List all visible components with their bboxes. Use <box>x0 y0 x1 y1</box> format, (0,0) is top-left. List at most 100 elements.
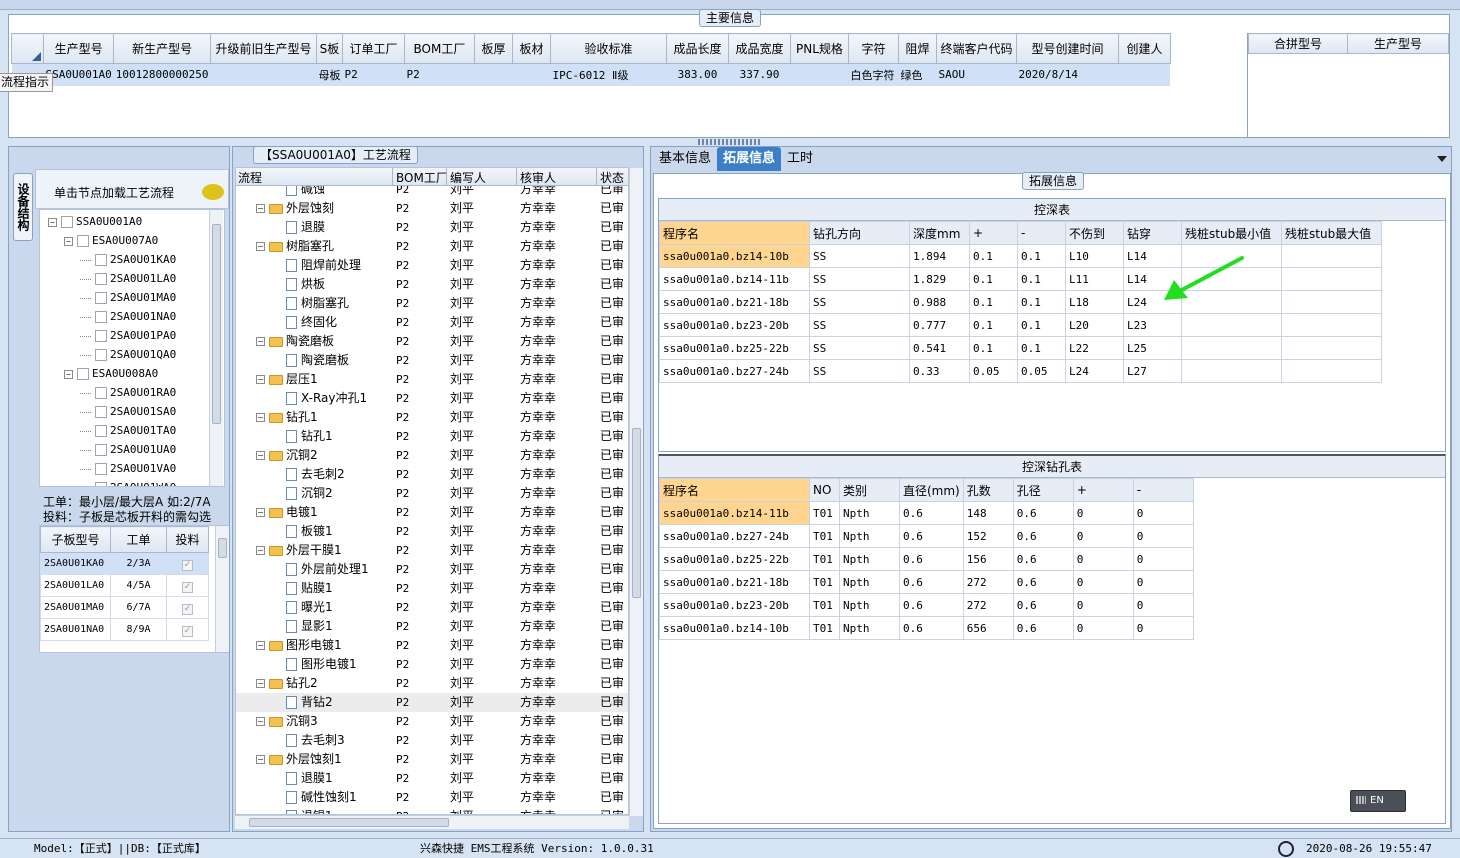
side-col-model[interactable]: 生产型号 <box>1347 33 1449 54</box>
flow-row[interactable]: 去毛刺3 P2 刘平 方幸幸 已审 <box>236 731 628 750</box>
grid-cell[interactable]: 1.894 <box>909 244 970 268</box>
checkmark-icon[interactable]: ✓ <box>182 604 193 615</box>
main-cell-12[interactable]: 白色字符 <box>848 63 899 86</box>
flow-row[interactable]: X-Ray冲孔1 P2 刘平 方幸幸 已审 <box>236 389 628 408</box>
main-col-2[interactable]: 升级前旧生产型号 <box>209 33 317 64</box>
grid-cell[interactable]: 0 <box>1072 570 1134 594</box>
tree-node[interactable]: − ESA0U008A0 <box>64 364 158 383</box>
expand-toggle-icon[interactable]: − <box>256 242 265 251</box>
grid-cell[interactable] <box>1281 290 1382 314</box>
grid-cell[interactable]: 0.6 <box>1012 570 1074 594</box>
vertical-tab-equipment[interactable]: 设备结构 <box>13 173 33 241</box>
grid-cell[interactable]: T01 <box>809 616 840 640</box>
main-col-6[interactable]: 板厚 <box>473 33 513 64</box>
sub-order[interactable]: 4/5A <box>110 574 167 597</box>
main-cell-1[interactable]: 10012800000250 <box>113 63 211 86</box>
grid-cell[interactable]: 0 <box>1132 501 1194 525</box>
flow-row[interactable]: 退锡1P2刘平方幸幸已审 <box>236 807 628 814</box>
expand-toggle-icon[interactable]: − <box>256 546 265 555</box>
table-row[interactable]: ssa0u001a0.bz27-24b SS 0.33 0.05 0.05 L24 L27 <box>659 359 1382 383</box>
flow-row[interactable]: 树脂塞孔 P2 刘平 方幸幸 已审 <box>236 294 628 313</box>
sub-feed[interactable]: ✓ <box>166 618 209 641</box>
main-col-11[interactable]: PNL规格 <box>789 33 849 64</box>
main-cell-10[interactable]: 337.90 <box>728 63 791 86</box>
grid-cell[interactable]: ssa0u001a0.bz27-24b <box>659 359 810 383</box>
grid-cell[interactable]: 0.1 <box>1017 313 1066 337</box>
grid-cell[interactable]: SS <box>809 359 910 383</box>
expand-toggle-icon[interactable]: − <box>256 204 265 213</box>
table-row[interactable]: ssa0u001a0.bz14-10b SS 1.894 0.1 0.1 L10 L14 <box>659 244 1382 268</box>
flow-row[interactable]: 阻焊前处理 P2 刘平 方幸幸 已审 <box>236 256 628 275</box>
flow-row[interactable]: 板镀1 P2 刘平 方幸幸 已审 <box>236 522 628 541</box>
grid-cell[interactable] <box>1181 336 1282 360</box>
grid-cell[interactable]: 0.6 <box>899 570 964 594</box>
flow-row[interactable]: 退膜1 P2 刘平 方幸幸 已审 <box>236 769 628 788</box>
side-col-merge[interactable]: 合拼型号 <box>1247 33 1349 54</box>
grid-cell[interactable]: 0.1 <box>1017 267 1066 291</box>
grid-cell[interactable]: 0.6 <box>899 547 964 571</box>
grid-col[interactable]: 程序名 <box>659 221 810 245</box>
grid-cell[interactable]: L11 <box>1065 267 1124 291</box>
grid-cell[interactable] <box>1181 313 1282 337</box>
grid-cell[interactable]: 0.541 <box>909 336 970 360</box>
sub-row[interactable]: 2SA0U01KA0 2/3A ✓ <box>40 552 209 575</box>
tree-checkbox[interactable] <box>95 482 107 486</box>
grid-cell[interactable]: L27 <box>1123 359 1182 383</box>
table-row[interactable]: ssa0u001a0.bz14-11b SS 1.829 0.1 0.1 L11 L14 <box>659 267 1382 291</box>
grid-cell[interactable]: ssa0u001a0.bz25-22b <box>659 336 810 360</box>
main-cell-15[interactable]: 2020/8/14 <box>1016 63 1119 86</box>
flow-row[interactable]: 退膜 P2 刘平 方幸幸 已审 <box>236 218 628 237</box>
grid-cell[interactable] <box>1181 359 1282 383</box>
grid-cell[interactable]: 0 <box>1132 616 1194 640</box>
main-col-16[interactable]: 创建人 <box>1117 33 1171 64</box>
tab-2[interactable]: 工时 <box>781 147 819 171</box>
grid-cell[interactable]: 1.829 <box>909 267 970 291</box>
tabs-dropdown-icon[interactable] <box>1437 156 1447 162</box>
main-cell-4[interactable]: P2 <box>342 63 405 86</box>
grid-cell[interactable]: 0.988 <box>909 290 970 314</box>
tree-node[interactable]: 2SA0U01UA0 <box>80 440 176 459</box>
tree-node[interactable]: 2SA0U01MA0 <box>80 288 176 307</box>
sub-order[interactable]: 6/7A <box>110 596 167 619</box>
grid-cell[interactable] <box>1281 336 1382 360</box>
grid-cell[interactable]: 0.1 <box>969 290 1018 314</box>
grid-cell[interactable]: L18 <box>1065 290 1124 314</box>
main-cell-0[interactable]: SSA0U001A0 <box>43 63 114 86</box>
grid-cell[interactable]: SS <box>809 244 910 268</box>
flow-col-0[interactable]: 流程 <box>238 169 262 186</box>
sub-feed[interactable]: ✓ <box>166 574 209 597</box>
table-row[interactable]: ssa0u001a0.bz14-11b T01 Npth 0.6 148 0.6 0 0 <box>659 501 1194 525</box>
grid-cell[interactable]: T01 <box>809 501 840 525</box>
flow-row[interactable]: − 图形电镀1 P2 刘平 方幸幸 已审 <box>236 636 628 655</box>
checkmark-icon[interactable]: ✓ <box>182 560 193 571</box>
sub-model[interactable]: 2SA0U01MA0 <box>40 596 111 619</box>
flow-row[interactable]: 终固化 P2 刘平 方幸幸 已审 <box>236 313 628 332</box>
tree-checkbox[interactable] <box>95 311 107 323</box>
main-col-14[interactable]: 终端客户代码 <box>935 33 1017 64</box>
tree-checkbox[interactable] <box>95 444 107 456</box>
grid-cell[interactable]: 0.6 <box>899 593 964 617</box>
grid-cell[interactable]: ssa0u001a0.bz14-10b <box>659 616 810 640</box>
grid-cell[interactable]: 0 <box>1072 501 1134 525</box>
sub-col-2[interactable]: 投料 <box>166 526 209 553</box>
main-col-4[interactable]: 订单工厂 <box>341 33 405 64</box>
grid-cell[interactable] <box>1281 313 1382 337</box>
grid-cell[interactable]: 0 <box>1132 593 1194 617</box>
grid-cell[interactable]: 0.6 <box>1012 547 1074 571</box>
tree-checkbox[interactable] <box>95 273 107 285</box>
main-cell-3[interactable]: 母板 <box>316 63 343 86</box>
flow-col-4[interactable]: 状态 <box>600 169 624 186</box>
tree-node[interactable]: 2SA0U01LA0 <box>80 269 176 288</box>
flow-row[interactable]: − 钻孔1 P2 刘平 方幸幸 已审 <box>236 408 628 427</box>
grid-cell[interactable]: L25 <box>1123 336 1182 360</box>
tree-node[interactable]: 2SA0U01KA0 <box>80 250 176 269</box>
tree-node[interactable]: 2SA0U01PA0 <box>80 326 176 345</box>
grid-cell[interactable]: 0 <box>1072 593 1134 617</box>
grid-col[interactable]: 深度mm <box>909 221 970 245</box>
main-cell-13[interactable]: 绿色 <box>898 63 937 86</box>
grid-cell[interactable]: SS <box>809 267 910 291</box>
main-col-8[interactable]: 验收标准 <box>549 33 667 64</box>
expand-toggle-icon[interactable]: − <box>256 717 265 726</box>
grid-cell[interactable]: 0 <box>1132 570 1194 594</box>
table-row[interactable]: ssa0u001a0.bz21-18b SS 0.988 0.1 0.1 L18 L24 <box>659 290 1382 314</box>
